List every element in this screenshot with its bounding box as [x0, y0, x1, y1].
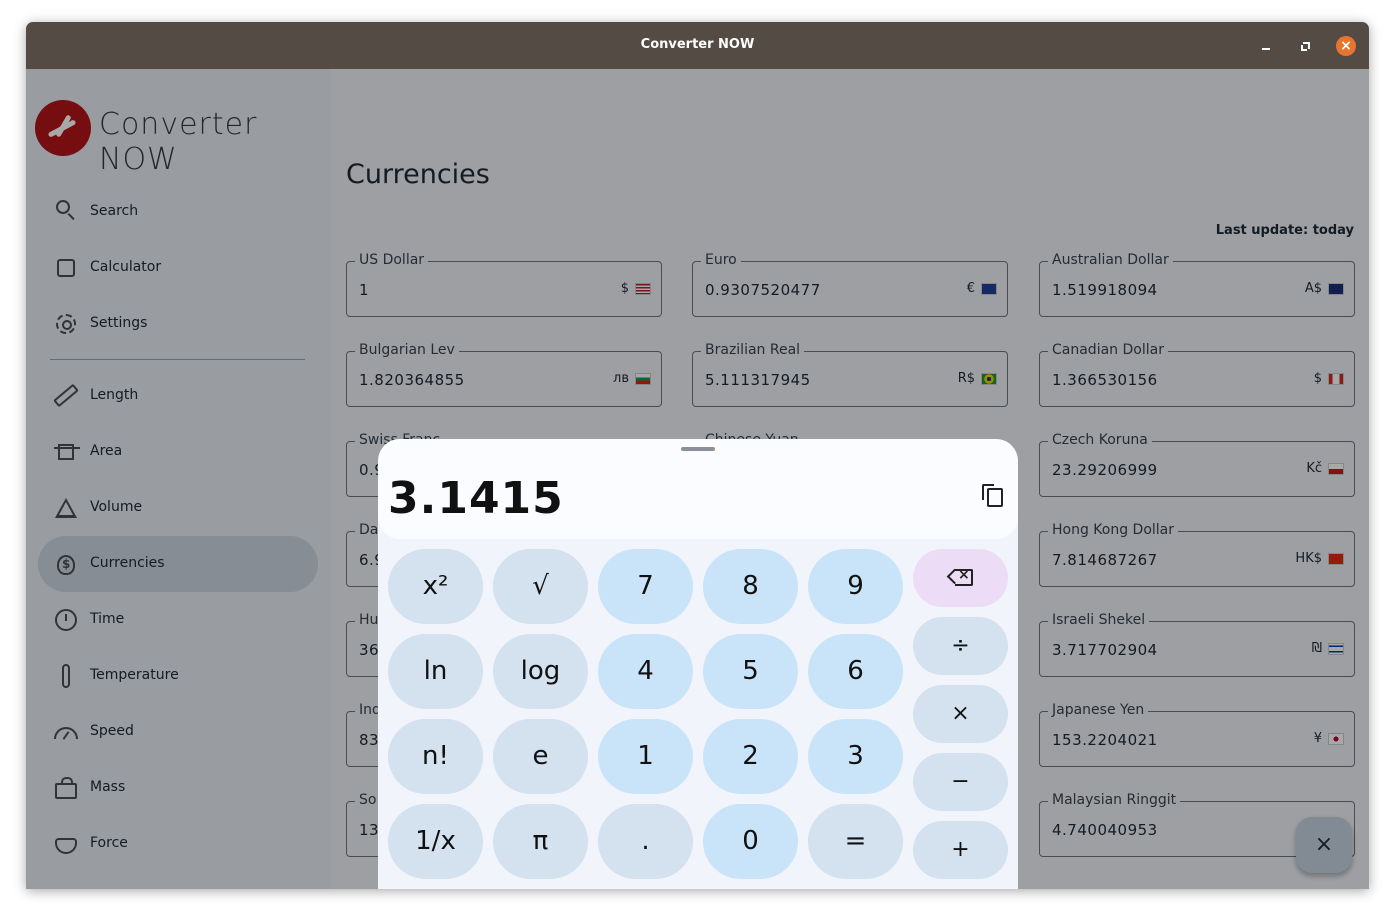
key-e[interactable]: e — [493, 719, 588, 794]
title-bar: Converter NOW × — [26, 22, 1369, 69]
key-plus[interactable]: + — [913, 821, 1008, 879]
app-window: Converter NOW × Converter NOW Search Cal… — [26, 22, 1369, 889]
window-title: Converter NOW — [640, 37, 755, 52]
key-0[interactable]: 0 — [703, 804, 798, 879]
calculator-sheet: 3.1415 x² √ 7 8 9 ln log 4 5 6 n! e 1 2 … — [378, 439, 1018, 889]
key-7[interactable]: 7 — [598, 549, 693, 624]
key-log[interactable]: log — [493, 634, 588, 709]
key-3[interactable]: 3 — [808, 719, 903, 794]
key-sqrt[interactable]: √ — [493, 549, 588, 624]
calculator-display: 3.1415 — [378, 439, 1018, 539]
key-6[interactable]: 6 — [808, 634, 903, 709]
key-ln[interactable]: ln — [388, 634, 483, 709]
key-multiply[interactable]: × — [913, 685, 1008, 743]
key-5[interactable]: 5 — [703, 634, 798, 709]
backspace-icon — [946, 565, 973, 586]
key-8[interactable]: 8 — [703, 549, 798, 624]
key-square[interactable]: x² — [388, 549, 483, 624]
copy-icon[interactable] — [982, 484, 1003, 507]
key-backspace[interactable] — [913, 549, 1008, 607]
minimize-button[interactable] — [1256, 36, 1276, 56]
key-1[interactable]: 1 — [598, 719, 693, 794]
key-2[interactable]: 2 — [703, 719, 798, 794]
key-pi[interactable]: π — [493, 804, 588, 879]
key-divide[interactable]: ÷ — [913, 617, 1008, 675]
close-icon: × — [1340, 38, 1352, 54]
key-4[interactable]: 4 — [598, 634, 693, 709]
calculator-result: 3.1415 — [388, 473, 564, 524]
key-minus[interactable]: − — [913, 753, 1008, 811]
key-equals[interactable]: = — [808, 804, 903, 879]
key-decimal[interactable]: . — [598, 804, 693, 879]
drag-handle[interactable] — [681, 447, 715, 451]
close-window-button[interactable]: × — [1336, 36, 1356, 56]
maximize-button[interactable] — [1296, 36, 1316, 56]
key-factorial[interactable]: n! — [388, 719, 483, 794]
key-reciprocal[interactable]: 1/x — [388, 804, 483, 879]
key-9[interactable]: 9 — [808, 549, 903, 624]
app-content: Converter NOW Search Calculator Settings… — [26, 69, 1369, 889]
